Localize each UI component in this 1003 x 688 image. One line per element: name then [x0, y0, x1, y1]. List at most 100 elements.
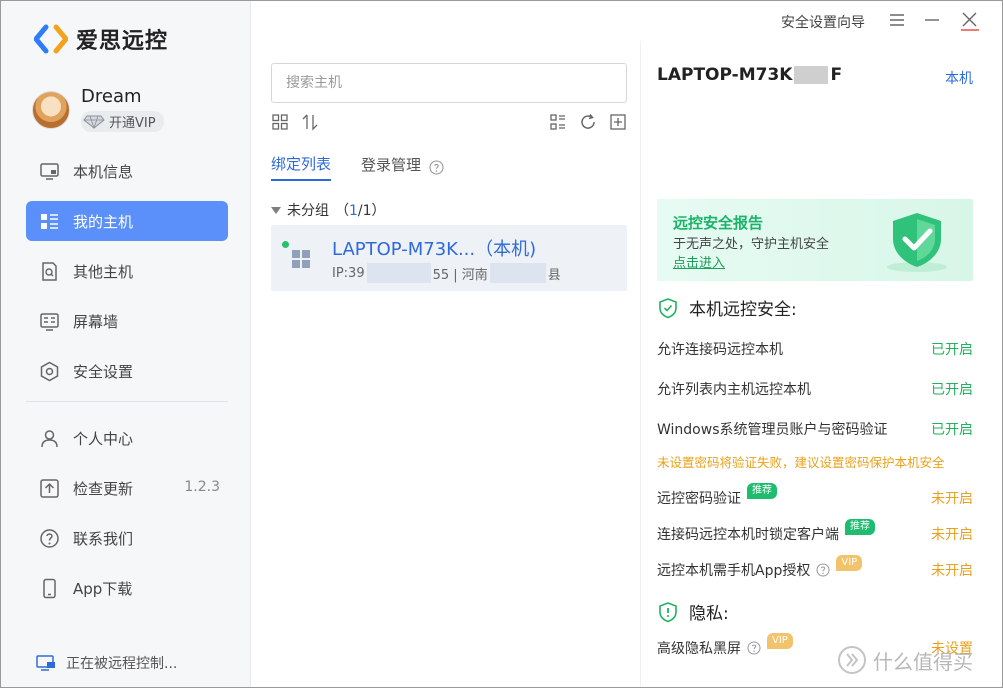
titlebar: 安全设置向导 — [251, 1, 1003, 41]
nav-item-check-update[interactable]: 检查更新 1.2.3 — [26, 468, 228, 508]
group-name: 未分组 — [287, 203, 329, 219]
user-icon — [40, 429, 58, 447]
remote-screen-icon — [36, 655, 55, 671]
sort-button[interactable] — [301, 113, 319, 131]
nav-label: App下载 — [73, 579, 133, 598]
menu-icon[interactable] — [888, 11, 906, 29]
security-wizard-link[interactable]: 安全设置向导 — [781, 12, 865, 32]
setting-status[interactable]: 已开启 — [931, 339, 973, 359]
nav-label: 其他主机 — [73, 262, 134, 281]
nav-item-local-info[interactable]: 本机信息 — [26, 151, 228, 191]
setting-label: 远控密码验证 — [657, 491, 741, 507]
sidebar-nav: 本机信息 我的主机 其他主机 屏幕墙 安全设置 个人中心 检查更新 1.2.3 … — [26, 151, 228, 618]
setting-label: 远控本机需手机App授权 — [657, 563, 811, 579]
windows-icon — [292, 250, 310, 268]
setting-label: 高级隐私黑屏 — [657, 641, 741, 657]
shield-check-icon — [887, 213, 947, 272]
watermark-logo-icon — [838, 646, 866, 674]
add-host-button[interactable] — [609, 113, 627, 131]
setting-label: Windows系统管理员账户与密码验证 — [657, 422, 888, 438]
nav-item-my-hosts[interactable]: 我的主机 — [26, 201, 228, 241]
vip-tag: VIP — [836, 555, 863, 571]
nav-label: 个人中心 — [73, 429, 134, 448]
upload-icon — [39, 478, 59, 498]
setting-status[interactable]: 未开启 — [931, 560, 973, 580]
online-status-dot — [282, 241, 289, 248]
nav-label: 联系我们 — [73, 529, 134, 548]
security-section-title: 本机远控安全: — [657, 295, 797, 320]
document-search-icon — [41, 261, 57, 281]
grid-view-button[interactable] — [271, 113, 289, 131]
close-icon[interactable] — [959, 9, 981, 31]
tab-login-management[interactable]: 登录管理 — [361, 154, 421, 180]
this-pc-label: 本机 — [945, 71, 973, 87]
banner-subtitle: 于无声之处，守护主机安全 — [673, 237, 830, 252]
search-input[interactable] — [271, 63, 627, 103]
nav-label: 我的主机 — [73, 212, 134, 231]
remote-control-status[interactable]: 正在被远程控制... — [36, 653, 177, 673]
refresh-icon — [581, 114, 595, 129]
version-number: 1.2.3 — [184, 479, 220, 495]
nav-item-security-settings[interactable]: 安全设置 — [26, 351, 228, 391]
banner-title: 远控安全报告 — [673, 214, 764, 232]
nav-label: 屏幕墙 — [73, 312, 119, 331]
nav-divider — [26, 401, 228, 402]
grid-icon — [272, 114, 288, 130]
vip-upgrade-button[interactable]: 开通VIP — [81, 111, 164, 132]
setting-allow-connect-code[interactable]: 允许连接码远控本机 已开启 — [657, 339, 973, 359]
status-text: 正在被远程控制... — [66, 656, 178, 672]
nav-item-contact-us[interactable]: 联系我们 — [26, 518, 228, 558]
setting-status[interactable]: 未开启 — [931, 488, 973, 508]
nav-label: 检查更新 — [73, 479, 134, 498]
sort-icon — [302, 114, 318, 131]
shield-alert-icon — [659, 601, 677, 622]
setting-remote-password[interactable]: 远控密码验证 推荐 未开启 — [657, 483, 973, 508]
list-view-button[interactable] — [549, 113, 567, 131]
hexagon-settings-icon — [40, 361, 58, 381]
group-header[interactable]: 未分组 （1/1） — [271, 200, 386, 220]
redacted-block — [794, 66, 829, 84]
nav-label: 安全设置 — [73, 362, 134, 381]
setting-status[interactable]: 未开启 — [931, 524, 973, 544]
add-icon — [610, 114, 626, 130]
setting-status[interactable]: 已开启 — [931, 379, 973, 399]
vip-tag: VIP — [767, 633, 793, 649]
diamond-icon — [83, 115, 105, 129]
username: Dream — [81, 86, 142, 107]
setting-app-authorization[interactable]: 远控本机需手机App授权 VIP 未开启 — [657, 555, 973, 580]
question-icon[interactable] — [747, 641, 761, 655]
logo-icon — [34, 24, 68, 54]
question-icon[interactable] — [429, 159, 444, 175]
setting-lock-client[interactable]: 连接码远控本机时锁定客户端 推荐 未开启 — [657, 519, 973, 544]
watermark: 什么值得买 — [837, 645, 973, 675]
host-meta: IP:39 55 | 河南 县 — [332, 263, 561, 283]
nav-item-screen-wall[interactable]: 屏幕墙 — [26, 301, 228, 341]
security-report-banner[interactable]: 远控安全报告 于无声之处，守护主机安全 点击进入 — [657, 199, 973, 281]
host-region-suffix: 县 — [547, 267, 561, 283]
vip-label: 开通VIP — [109, 116, 156, 131]
setting-allow-list-hosts[interactable]: 允许列表内主机远控本机 已开启 — [657, 379, 973, 399]
host-ip-prefix: IP:39 — [332, 265, 365, 281]
banner-enter-link[interactable]: 点击进入 — [673, 252, 725, 271]
nav-item-app-download[interactable]: App下载 — [26, 568, 228, 608]
tab-bound-list[interactable]: 绑定列表 — [271, 153, 332, 181]
avatar[interactable] — [32, 90, 70, 129]
help-circle-icon — [39, 528, 59, 548]
screen-wall-icon — [39, 312, 59, 331]
sidebar: 爱思远控 Dream 开通VIP 本机信息 我的主机 其他主机 屏幕墙 安全设置… — [1, 1, 251, 687]
refresh-button[interactable] — [579, 113, 597, 131]
setting-status[interactable]: 已开启 — [931, 419, 973, 439]
list-icon — [40, 213, 58, 229]
setting-windows-admin-auth[interactable]: Windows系统管理员账户与密码验证 已开启 — [657, 419, 973, 439]
setting-label: 允许列表内主机远控本机 — [657, 382, 811, 398]
user-profile[interactable]: Dream 开通VIP — [32, 87, 164, 133]
host-list-item[interactable]: LAPTOP-M73K...（本机) IP:39 55 | 河南 县 — [271, 225, 627, 291]
nav-item-personal-center[interactable]: 个人中心 — [26, 418, 228, 458]
nav-item-other-hosts[interactable]: 其他主机 — [26, 251, 228, 291]
setting-label: 允许连接码远控本机 — [657, 342, 783, 358]
host-tabs: 绑定列表 登录管理 — [271, 153, 444, 181]
question-icon[interactable] — [816, 563, 830, 577]
host-list-panel: 绑定列表 登录管理 未分组 （1/1） LAPTOP-M73K...（本机) I… — [251, 41, 641, 687]
minimize-icon[interactable] — [923, 11, 941, 29]
host-ip-suffix: 55 | 河南 — [432, 267, 488, 283]
